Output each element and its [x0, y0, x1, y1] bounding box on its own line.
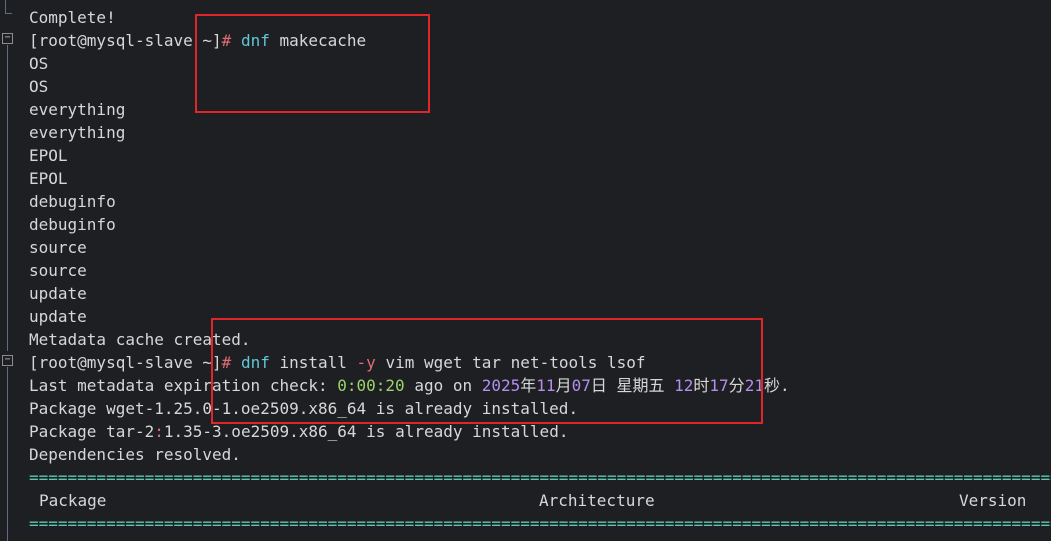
date-day-char: 日 星期五 [590, 376, 675, 395]
output-line: debuginfo [29, 215, 116, 234]
tar-prefix: Package tar-2 [29, 422, 155, 441]
command-subcommand: install [269, 353, 357, 372]
command-args: makecache [269, 31, 367, 50]
shell-prompt: [root@mysql-slave ~] [29, 31, 222, 50]
date-minute-char: 分 [728, 376, 745, 395]
fold-end-bracket [5, 0, 12, 14]
date-second-char: 秒. [763, 376, 790, 395]
date-month: 11 [536, 376, 556, 395]
output-line: OS [29, 54, 49, 73]
column-header-package: Package [39, 491, 107, 510]
command-args: vim wget tar net-tools lsof [375, 353, 646, 372]
output-line: OS [29, 77, 49, 96]
output-line: Package wget-1.25.0-1.oe2509.x86_64 is a… [29, 399, 579, 418]
output-line: everything [29, 123, 126, 142]
fold-guide-line [7, 45, 8, 351]
output-line: Last metadata expiration check: 0:00:20 … [29, 374, 790, 397]
table-rule: ========================================… [29, 514, 1051, 533]
command-line: [root@mysql-slave ~]# dnf makecache [29, 29, 366, 52]
command-flag: -y [356, 353, 376, 372]
tar-suffix: 1.35-3.oe2509.x86_64 is already installe… [163, 422, 569, 441]
expire-prefix: Last metadata expiration check: [29, 376, 338, 395]
fold-gutter: − − [0, 0, 18, 541]
date-month-char: 月 [555, 376, 572, 395]
output-line: source [29, 238, 87, 257]
column-header-version: Version [959, 491, 1027, 510]
date-hour: 12 [674, 376, 694, 395]
output-line: EPOL [29, 146, 68, 165]
shell-prompt: [root@mysql-slave ~] [29, 353, 222, 372]
output-line: everything [29, 100, 126, 119]
output-line: source [29, 261, 87, 280]
expire-time: 0:00:20 [337, 376, 405, 395]
tar-colon: : [154, 422, 164, 441]
output-line: update [29, 307, 87, 326]
date-second: 21 [744, 376, 764, 395]
prompt-hash: # [221, 31, 232, 50]
terminal-window[interactable]: − − Complete! [root@mysql-slave ~]# dnf … [0, 0, 1051, 541]
command-name: dnf [240, 353, 270, 372]
column-header-architecture: Architecture [539, 491, 655, 510]
date-year: 2025 [481, 376, 521, 395]
output-line: debuginfo [29, 192, 116, 211]
output-line: EPOL [29, 169, 68, 188]
date-minute: 17 [709, 376, 729, 395]
date-day: 07 [571, 376, 591, 395]
fold-collapse-icon[interactable]: − [2, 355, 13, 366]
command-line: [root@mysql-slave ~]# dnf install -y vim… [29, 351, 646, 374]
table-rule: ========================================… [29, 468, 1051, 487]
output-line: Dependencies resolved. [29, 445, 241, 464]
output-line: Package tar-2:1.35-3.oe2509.x86_64 is al… [29, 420, 568, 443]
fold-collapse-icon[interactable]: − [2, 33, 13, 44]
output-line: Complete! [29, 8, 116, 27]
command-name: dnf [240, 31, 270, 50]
date-hour-char: 时 [693, 376, 710, 395]
date-year-char: 年 [520, 376, 537, 395]
output-line: Metadata cache created. [29, 330, 251, 349]
expire-mid: ago on [404, 376, 482, 395]
output-line: update [29, 284, 87, 303]
prompt-hash: # [221, 353, 232, 372]
fold-guide-line [7, 367, 8, 541]
